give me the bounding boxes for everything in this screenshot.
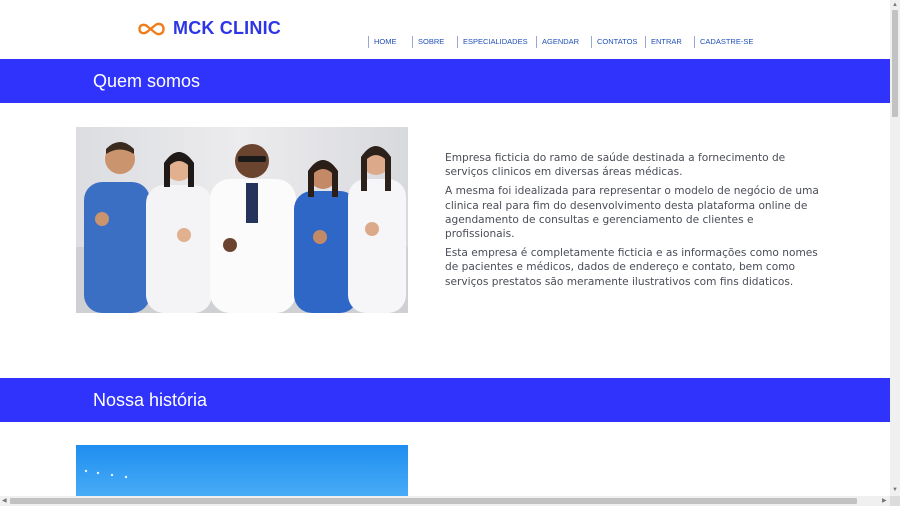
nav-especialidades-label: ESPECIALIDADES xyxy=(463,37,528,46)
nav-contatos-label: CONTATOS xyxy=(597,37,638,46)
nav-especialidades[interactable]: ESPECIALIDADES xyxy=(457,36,536,48)
page: MCK CLINIC HOME SOBRE ESPECIALIDADES AGE… xyxy=(0,0,890,496)
logo-link[interactable]: MCK CLINIC xyxy=(137,18,281,39)
team-photo-illustration xyxy=(76,127,408,313)
nav-entrar[interactable]: ENTRAR xyxy=(645,36,694,48)
history-heading: Nossa história xyxy=(93,390,208,410)
nav-home-label: HOME xyxy=(374,37,397,46)
nav-agendar-label: AGENDAR xyxy=(542,37,580,46)
horizontal-scrollbar[interactable]: ◀ ▶ xyxy=(0,496,900,506)
history-photo xyxy=(76,445,408,496)
about-banner: Quem somos xyxy=(0,59,890,103)
about-text: Empresa ficticia do ramo de saúde destin… xyxy=(445,151,823,294)
nav-entrar-label: ENTRAR xyxy=(651,37,682,46)
nav-sobre-label: SOBRE xyxy=(418,37,445,46)
scroll-right-icon[interactable]: ▶ xyxy=(882,497,887,505)
about-paragraph: A mesma foi idealizada para representar … xyxy=(445,185,819,241)
team-photo xyxy=(76,127,408,313)
scroll-left-icon[interactable]: ◀ xyxy=(2,497,7,505)
history-banner: Nossa história xyxy=(0,378,890,422)
history-photo-illustration xyxy=(76,445,408,496)
nav-contatos[interactable]: CONTATOS xyxy=(591,36,645,48)
infinity-icon xyxy=(138,22,165,35)
vertical-scroll-thumb[interactable] xyxy=(892,10,898,117)
about-paragraph: Empresa ficticia do ramo de saúde destin… xyxy=(445,152,786,179)
nav-sobre[interactable]: SOBRE xyxy=(412,36,457,48)
scroll-up-icon[interactable]: ▲ xyxy=(892,1,898,9)
about-paragraph: Esta empresa é completamente ficticia e … xyxy=(445,247,818,288)
nav-cadastre-se[interactable]: CADASTRE-SE xyxy=(694,36,754,48)
site-header: MCK CLINIC HOME SOBRE ESPECIALIDADES AGE… xyxy=(0,0,890,59)
scroll-down-icon[interactable]: ▼ xyxy=(892,486,898,494)
vertical-scrollbar[interactable]: ▲ ▼ xyxy=(890,0,900,496)
about-heading: Quem somos xyxy=(93,71,201,91)
brand-name: MCK CLINIC xyxy=(173,18,281,38)
main-nav: HOME SOBRE ESPECIALIDADES AGENDAR CONTAT… xyxy=(368,36,754,48)
nav-cadastre-se-label: CADASTRE-SE xyxy=(700,37,754,46)
scrollbar-corner xyxy=(890,496,900,506)
nav-home[interactable]: HOME xyxy=(368,36,412,48)
horizontal-scroll-thumb[interactable] xyxy=(10,498,857,504)
nav-agendar[interactable]: AGENDAR xyxy=(536,36,591,48)
